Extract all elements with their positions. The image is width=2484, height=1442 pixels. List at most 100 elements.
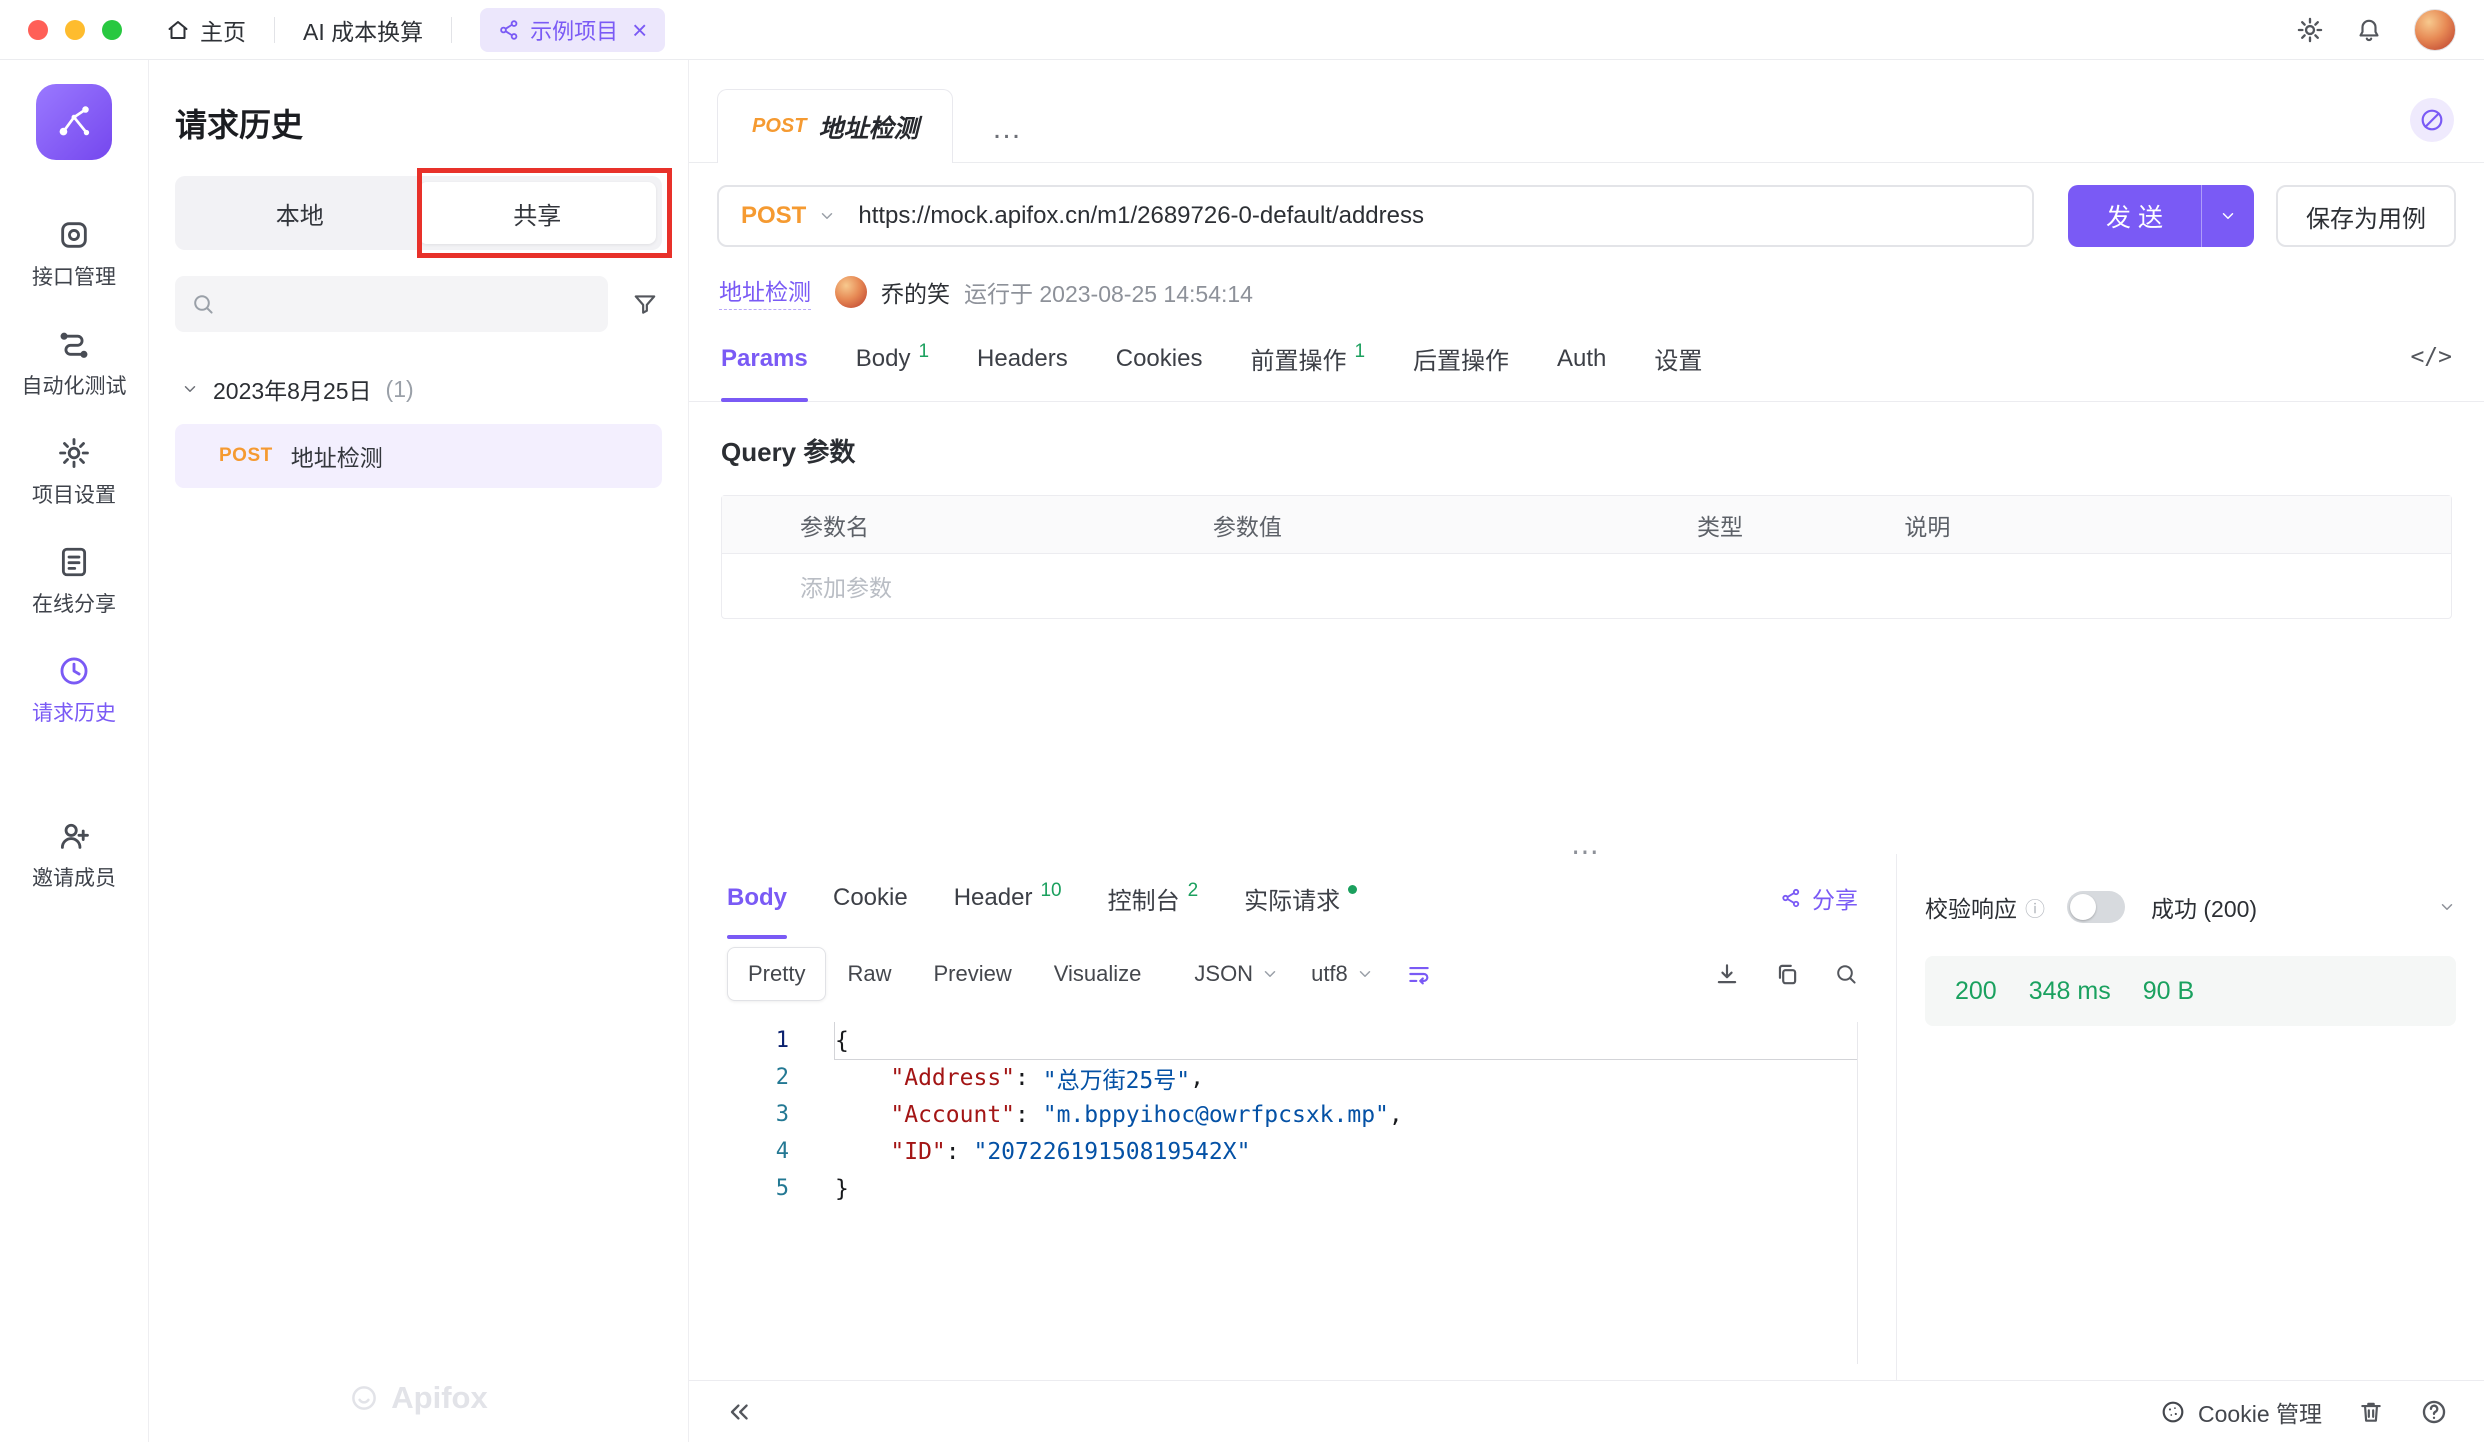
search-input[interactable] (225, 291, 592, 317)
project-tab-label: 示例项目 (530, 14, 618, 46)
home-button[interactable]: 主页 (166, 13, 246, 47)
more-tabs-icon[interactable]: … (991, 121, 1023, 136)
code-line-content: "ID": "20722619150819542X" (835, 1133, 1857, 1170)
group-count: (1) (386, 376, 414, 403)
unread-dot (1348, 885, 1357, 894)
runner-name: 乔的笑 (881, 275, 950, 309)
view-tab-raw[interactable]: Raw (826, 947, 912, 1001)
response-stats: 200 348 ms 90 B (1925, 956, 2456, 1026)
search-box[interactable] (175, 276, 608, 332)
history-date-group[interactable]: 2023年8月25日 (1) (175, 372, 662, 406)
history-item[interactable]: POST 地址检测 (175, 424, 662, 488)
request-tab-headers[interactable]: Headers (977, 316, 1068, 401)
network-proxy-icon[interactable] (2410, 98, 2454, 142)
add-param-row[interactable]: 添加参数 (722, 554, 2451, 618)
encoding-dropdown[interactable]: utf8 (1311, 961, 1374, 987)
response-code-editor[interactable]: 1{2 "Address": "总万街25号",3 "Account": "m.… (727, 1022, 1858, 1364)
request-tab-params[interactable]: Params (721, 316, 808, 401)
response-tab-label: Cookie (833, 884, 908, 912)
view-tab-visualize[interactable]: Visualize (1033, 947, 1163, 1001)
api-name-link[interactable]: 地址检测 (719, 273, 811, 310)
url-input[interactable]: https://mock.apifox.cn/m1/2689726-0-defa… (858, 202, 1424, 230)
project-tab-close-icon[interactable]: × (632, 17, 647, 43)
user-avatar[interactable] (2414, 9, 2456, 51)
info-icon: ⓘ (2025, 893, 2045, 922)
cookie-manager-label: Cookie 管理 (2198, 1395, 2322, 1429)
tab-badge: 1 (918, 341, 929, 363)
code-token: : (1015, 1065, 1043, 1091)
settings-gear-icon[interactable] (2296, 16, 2324, 44)
save-as-case-button[interactable]: 保存为用例 (2276, 185, 2456, 247)
request-tab-auth[interactable]: Auth (1557, 316, 1606, 401)
request-tab-post-ops[interactable]: 后置操作 (1413, 316, 1509, 401)
response-tab-console[interactable]: 控制台2 (1108, 858, 1199, 938)
tab-shared[interactable]: 共享 (419, 182, 657, 244)
main-panel: POST 地址检测 … POST https://mock.apifox.cn/… (689, 60, 2484, 1442)
history-panel-title: 请求历史 (175, 100, 662, 146)
code-view-toggle[interactable]: </> (2410, 344, 2452, 370)
tab-badge: 2 (1188, 880, 1199, 902)
rail-item-history[interactable]: 请求历史 (0, 636, 148, 745)
status-code: 200 (1955, 977, 1997, 1006)
rail-item-online-share[interactable]: 在线分享 (0, 527, 148, 636)
view-tab-pretty[interactable]: Pretty (727, 947, 826, 1001)
panel-splitter-handle[interactable]: ⋯ (689, 838, 2484, 864)
titlebar-right (2296, 9, 2456, 51)
line-number: 1 (727, 1028, 789, 1053)
method-label: POST (741, 202, 806, 230)
method-select[interactable]: POST (719, 202, 858, 230)
word-wrap-icon[interactable] (1406, 961, 1432, 987)
workspace-name[interactable]: AI 成本换算 (303, 13, 423, 47)
rail-item-project-settings[interactable]: 项目设置 (0, 418, 148, 527)
code-token: { (835, 1028, 849, 1054)
notifications-bell-icon[interactable] (2356, 17, 2382, 43)
window-close-button[interactable] (28, 20, 48, 40)
request-tab-label: 设置 (1654, 341, 1702, 376)
request-tab-cookies[interactable]: Cookies (1116, 316, 1203, 401)
format-dropdown[interactable]: JSON (1194, 961, 1279, 987)
rail-item-label: 邀请成员 (32, 862, 116, 892)
view-tab-preview[interactable]: Preview (912, 947, 1032, 1001)
rail-item-automation[interactable]: 自动化测试 (0, 309, 148, 418)
request-file-tab[interactable]: POST 地址检测 (717, 89, 953, 163)
send-options-chevron[interactable] (2202, 185, 2254, 247)
window-minimize-button[interactable] (65, 20, 85, 40)
request-tab-pre-ops[interactable]: 前置操作1 (1250, 316, 1365, 401)
request-tab-settings[interactable]: 设置 (1654, 316, 1702, 401)
rail-item-label: 项目设置 (32, 479, 116, 509)
rail-item-label: 在线分享 (32, 588, 116, 618)
code-line-content: } (835, 1170, 1857, 1207)
request-tab-label: Params (721, 345, 808, 373)
rail-item-api[interactable]: 接口管理 (0, 200, 148, 309)
chevron-down-icon[interactable] (2438, 898, 2456, 916)
circle-slash-icon (2419, 107, 2445, 133)
response-tab-body[interactable]: Body (727, 858, 787, 938)
response-status-dropdown[interactable]: 成功 (200) (2151, 890, 2257, 924)
apifox-logo[interactable] (36, 84, 112, 160)
share-button[interactable]: 分享 (1780, 881, 1858, 915)
tab-local[interactable]: 本地 (181, 182, 419, 244)
trash-icon[interactable] (2358, 1399, 2384, 1425)
response-tab-cookie[interactable]: Cookie (833, 858, 908, 938)
rail-item-invite[interactable]: 邀请成员 (0, 801, 148, 910)
response-tab-header[interactable]: Header10 (954, 858, 1062, 938)
rail-items: 接口管理自动化测试项目设置在线分享请求历史邀请成员 (0, 200, 148, 910)
history-icon (57, 654, 91, 688)
filter-icon[interactable] (628, 287, 662, 321)
help-icon[interactable] (2420, 1398, 2448, 1426)
copy-icon[interactable] (1774, 961, 1800, 987)
request-tab-body[interactable]: Body1 (856, 316, 929, 401)
download-icon[interactable] (1714, 961, 1740, 987)
runner-avatar (835, 276, 867, 308)
window-zoom-button[interactable] (102, 20, 122, 40)
cookie-manager-button[interactable]: Cookie 管理 (2160, 1395, 2322, 1429)
response-section: ⋯ BodyCookieHeader10控制台2实际请求分享 PrettyRaw… (689, 854, 2484, 1380)
code-line-content: { (835, 1022, 1857, 1059)
validate-response-toggle[interactable] (2067, 891, 2125, 923)
response-tab-actual[interactable]: 实际请求 (1244, 858, 1357, 938)
send-button[interactable]: 发 送 (2068, 185, 2254, 247)
collapse-sidebar-icon[interactable] (725, 1398, 753, 1426)
project-tab[interactable]: 示例项目 × (480, 8, 665, 52)
editor-search-icon[interactable] (1834, 962, 1858, 986)
run-timestamp: 运行于 2023-08-25 14:54:14 (964, 275, 1253, 309)
